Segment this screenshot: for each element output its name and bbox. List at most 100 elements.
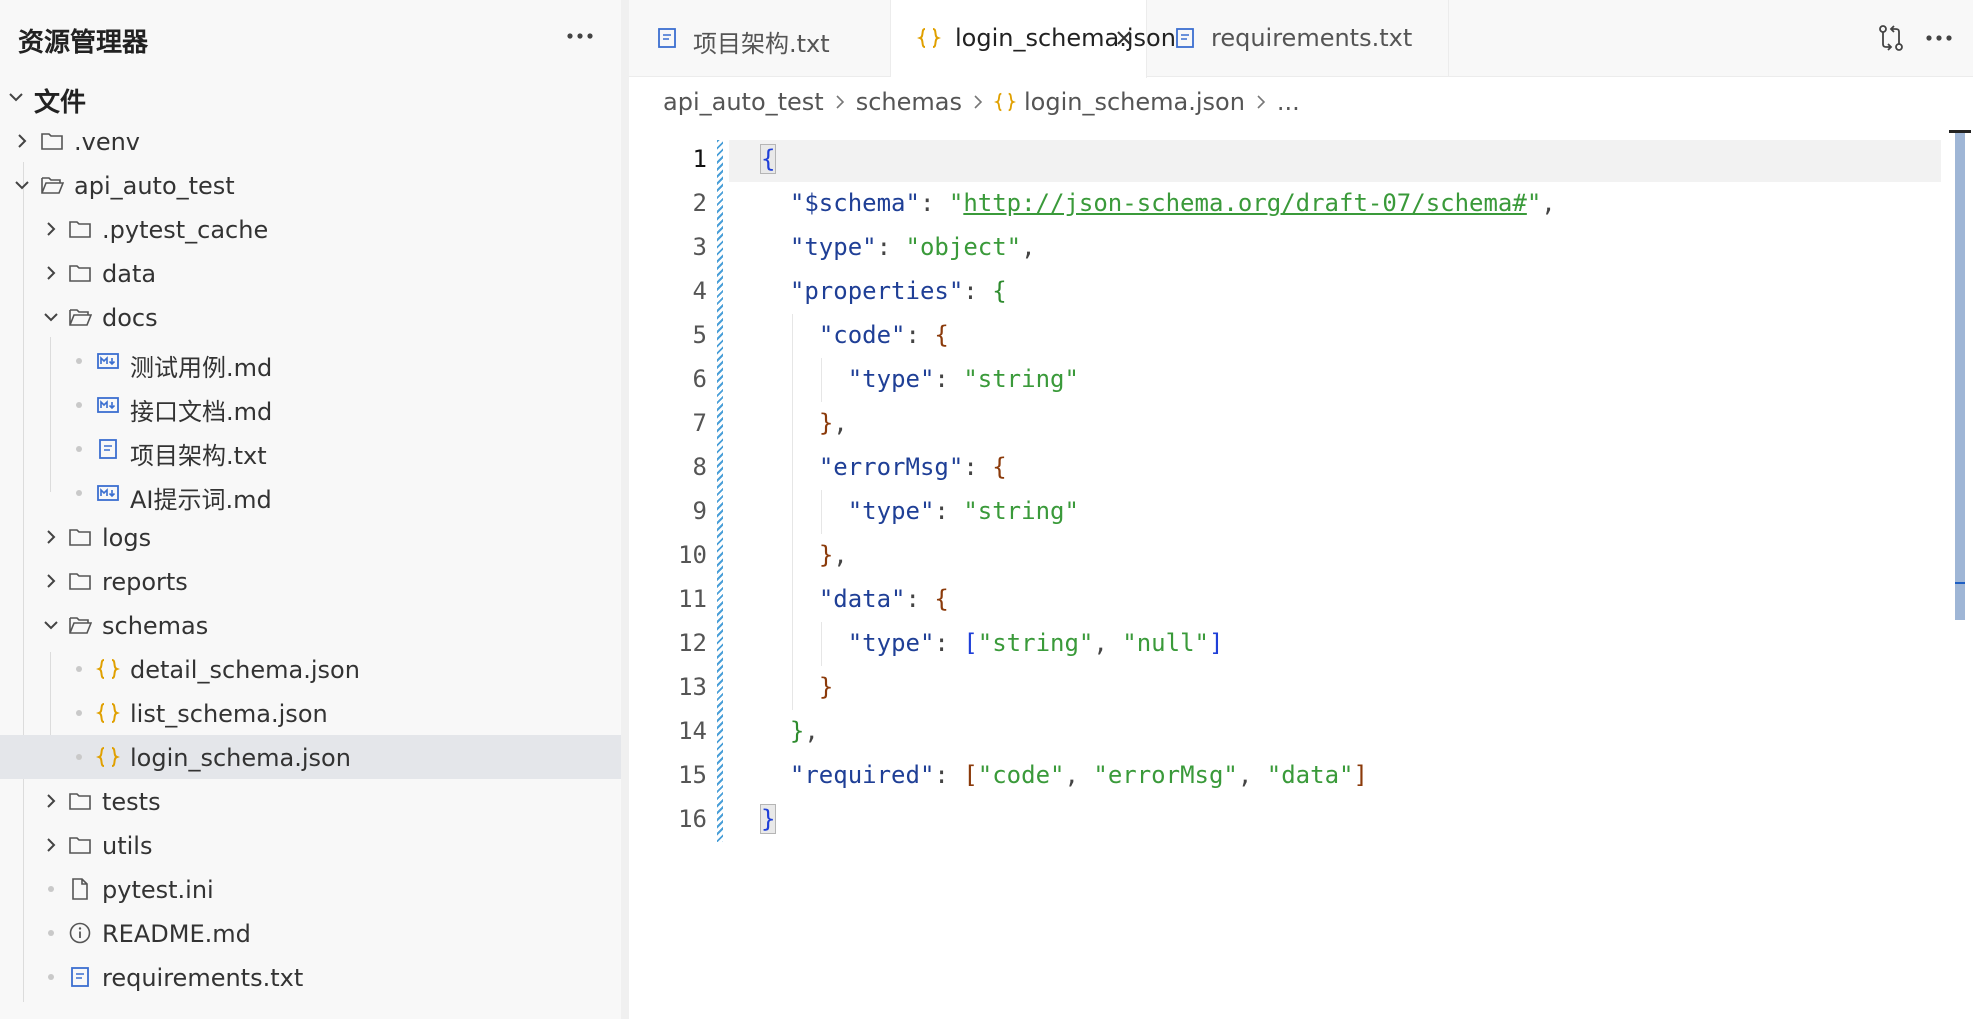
code-text[interactable]: }, <box>761 717 819 745</box>
explorer-sidebar: 资源管理器 文件 .venv api_auto_test .pytest_cac… <box>0 0 621 1019</box>
tab-label: login_schema.json <box>955 24 1176 52</box>
folder-open-icon <box>41 177 64 194</box>
ellipsis-icon[interactable] <box>1921 20 1957 56</box>
code-text[interactable]: { <box>759 144 777 174</box>
code-text[interactable]: "required": ["code", "errorMsg", "data"] <box>761 761 1368 789</box>
chevron-right-icon <box>47 794 56 808</box>
code-line[interactable]: 2 "$schema": "http://json-schema.org/dra… <box>629 182 1949 226</box>
chevron-right-icon <box>47 574 56 588</box>
code-line[interactable]: 8 "errorMsg": { <box>629 446 1949 490</box>
tree-item[interactable]: data <box>0 251 621 295</box>
code-text[interactable]: }, <box>761 409 848 437</box>
code-text[interactable]: "type": "string" <box>761 497 1079 525</box>
code-text[interactable]: "code": { <box>761 321 949 349</box>
code-editor[interactable]: 1{2 "$schema": "http://json-schema.org/d… <box>629 140 1949 1019</box>
chevron-right-icon <box>47 530 56 544</box>
tree-item[interactable]: schemas <box>0 603 621 647</box>
tree-item[interactable]: docs <box>0 295 621 339</box>
tree-dot <box>76 710 82 716</box>
tree-item[interactable]: 测试用例.md <box>0 339 621 383</box>
explorer-title: 资源管理器 <box>18 28 149 58</box>
tree-item[interactable]: .pytest_cache <box>0 207 621 251</box>
code-line[interactable]: 12 "type": ["string", "null"] <box>629 622 1949 666</box>
tree-root-files[interactable]: 文件 <box>0 75 621 119</box>
tree-dot <box>48 974 54 980</box>
tree-item-selected[interactable]: login_schema.json <box>0 735 621 779</box>
markdown-file-icon <box>97 485 119 501</box>
code-text[interactable]: }, <box>761 541 848 569</box>
line-number: 10 <box>678 541 707 569</box>
code-line[interactable]: 7 }, <box>629 402 1949 446</box>
code-text[interactable]: "type": "string" <box>761 365 1079 393</box>
tree-item-label: logs <box>102 524 152 552</box>
tree-item[interactable]: api_auto_test <box>0 163 621 207</box>
folder-open-icon <box>69 617 92 634</box>
code-line[interactable]: 6 "type": "string" <box>629 358 1949 402</box>
ellipsis-icon[interactable] <box>562 18 598 54</box>
chevron-right-icon <box>47 838 56 852</box>
tree-item[interactable]: requirements.txt <box>0 955 621 999</box>
tree-item[interactable]: 项目架构.txt <box>0 427 621 471</box>
tree-item[interactable]: reports <box>0 559 621 603</box>
tree-item-label: requirements.txt <box>102 964 304 992</box>
scrollbar-thumb[interactable] <box>1955 130 1965 620</box>
line-number: 7 <box>692 409 707 437</box>
tree-item[interactable]: .venv <box>0 119 621 163</box>
compare-changes-icon[interactable] <box>1873 20 1909 56</box>
code-text[interactable]: "type": "object", <box>761 233 1036 261</box>
tree-item[interactable]: AI提示词.md <box>0 471 621 515</box>
tree-dot <box>76 446 82 452</box>
code-line[interactable]: 11 "data": { <box>629 578 1949 622</box>
breadcrumb-item[interactable]: schemas <box>856 88 962 116</box>
tree-item-label: schemas <box>102 612 209 640</box>
line-number: 1 <box>692 145 707 173</box>
code-text[interactable]: "data": { <box>761 585 949 613</box>
tree-item[interactable]: 接口文档.md <box>0 383 621 427</box>
tree-item-label: utils <box>102 832 153 860</box>
tab-project-architecture[interactable]: 项目架构.txt <box>629 0 891 77</box>
tree-item-label: tests <box>102 788 161 816</box>
code-line[interactable]: 5 "code": { <box>629 314 1949 358</box>
tab-requirements[interactable]: requirements.txt <box>1147 0 1449 77</box>
close-icon[interactable] <box>1113 27 1135 49</box>
tree-item[interactable]: list_schema.json <box>0 691 621 735</box>
text-file-icon <box>99 439 117 459</box>
tree-item[interactable]: pytest.ini <box>0 867 621 911</box>
breadcrumb-item[interactable]: login_schema.json <box>1024 88 1245 116</box>
code-text[interactable]: "errorMsg": { <box>761 453 1007 481</box>
tab-login-schema[interactable]: login_schema.json <box>891 0 1176 78</box>
code-line[interactable]: 1{ <box>629 138 1949 182</box>
breadcrumb-item[interactable]: api_auto_test <box>663 88 824 116</box>
chevron-down-icon <box>9 93 23 102</box>
tree-item[interactable]: tests <box>0 779 621 823</box>
code-line[interactable]: 9 "type": "string" <box>629 490 1949 534</box>
code-line[interactable]: 3 "type": "object", <box>629 226 1949 270</box>
code-line[interactable]: 14 }, <box>629 710 1949 754</box>
tree-item[interactable]: detail_schema.json <box>0 647 621 691</box>
code-text[interactable]: "type": ["string", "null"] <box>761 629 1224 657</box>
vertical-scrollbar[interactable] <box>1949 122 1971 1019</box>
markdown-file-icon <box>97 353 119 369</box>
tree-item-label: pytest.ini <box>102 876 214 904</box>
folder-icon <box>69 529 91 546</box>
chevron-down-icon <box>44 313 58 322</box>
code-line[interactable]: 16} <box>629 798 1949 842</box>
code-text[interactable]: } <box>761 673 833 701</box>
folder-icon <box>41 133 63 150</box>
code-line[interactable]: 13 } <box>629 666 1949 710</box>
scrollbar-change-marker <box>1955 582 1965 584</box>
tree-item[interactable]: logs <box>0 515 621 559</box>
tree-item[interactable]: README.md <box>0 911 621 955</box>
breadcrumb-item[interactable]: ... <box>1277 88 1300 116</box>
code-text[interactable]: "properties": { <box>761 277 1007 305</box>
code-line[interactable]: 10 }, <box>629 534 1949 578</box>
code-line[interactable]: 15 "required": ["code", "errorMsg", "dat… <box>629 754 1949 798</box>
chevron-right-icon <box>47 266 56 280</box>
tree-dot <box>76 358 82 364</box>
chevron-right-icon <box>18 134 27 148</box>
code-line[interactable]: 4 "properties": { <box>629 270 1949 314</box>
code-text[interactable]: } <box>759 804 777 834</box>
code-text[interactable]: "$schema": "http://json-schema.org/draft… <box>761 189 1556 217</box>
tree-item-label: api_auto_test <box>74 172 235 200</box>
tree-item[interactable]: utils <box>0 823 621 867</box>
